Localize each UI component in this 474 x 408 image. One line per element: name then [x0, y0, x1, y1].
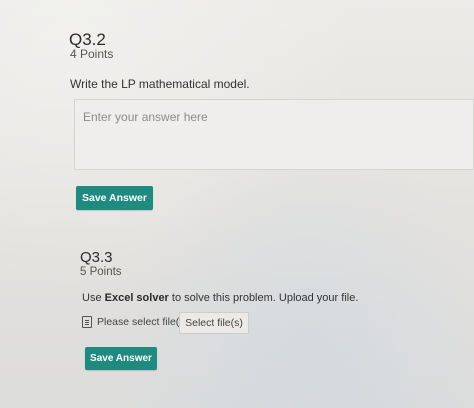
select-files-button[interactable]: Select file(s) — [179, 312, 249, 334]
question-points: 4 Points — [70, 47, 114, 61]
prompt-bold-text: Excel solver — [104, 292, 169, 304]
file-status-row: Please select file(s) — [82, 316, 188, 328]
prompt-suffix: to solve this problem. Upload your file. — [168, 292, 359, 304]
save-answer-button[interactable]: Save Answer — [76, 186, 153, 210]
save-answer-button[interactable]: Save Answer — [85, 347, 157, 370]
file-icon — [82, 316, 92, 328]
answer-textarea[interactable]: Enter your answer here — [74, 99, 474, 170]
question-prompt: Use Excel solver to solve this problem. … — [82, 292, 358, 304]
question-title: Q3.3 — [80, 249, 113, 266]
page-background — [0, 0, 474, 408]
prompt-prefix: Use — [82, 292, 105, 304]
answer-placeholder: Enter your answer here — [83, 110, 208, 124]
question-prompt: Write the LP mathematical model. — [70, 77, 250, 91]
file-status-label: Please select file(s) — [97, 316, 189, 328]
question-points: 5 Points — [80, 266, 122, 278]
